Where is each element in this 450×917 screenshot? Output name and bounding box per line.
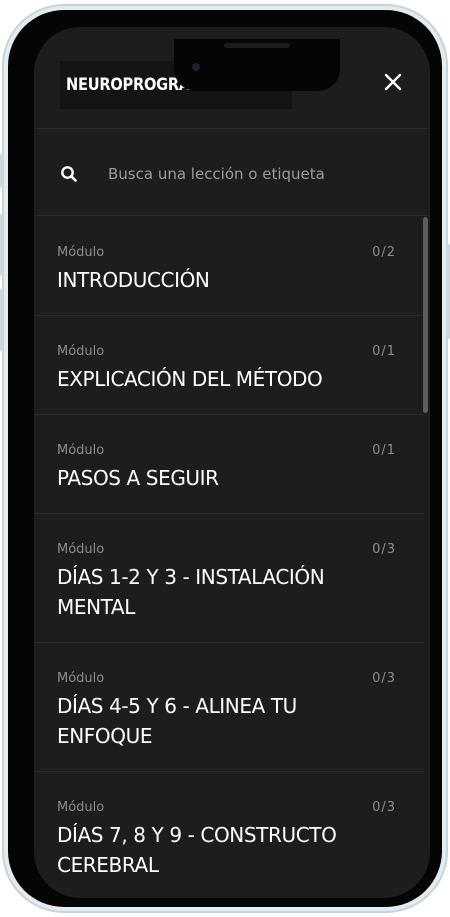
module-item[interactable]: Módulo 0/3 DÍAS 1-2 Y 3 - INSTALACIÓN ME… xyxy=(34,514,424,643)
module-progress: 0/1 xyxy=(372,344,396,359)
front-camera xyxy=(192,63,200,71)
module-progress: 0/3 xyxy=(372,542,396,557)
phone-frame: NEUROPROGRAMACIÓN ALFA Módu xyxy=(0,4,450,913)
module-item[interactable]: Módulo 0/2 INTRODUCCIÓN xyxy=(34,217,424,316)
module-progress: 0/3 xyxy=(372,671,396,686)
module-label: Módulo xyxy=(57,671,105,686)
module-title: EXPLICACIÓN DEL MÉTODO xyxy=(57,367,323,391)
module-label: Módulo xyxy=(57,443,105,458)
scrollbar[interactable] xyxy=(423,217,428,413)
close-button[interactable] xyxy=(378,67,408,97)
module-title: INTRODUCCIÓN xyxy=(57,268,210,292)
module-title: DÍAS 7, 8 Y 9 - CONSTRUCTO CEREBRAL xyxy=(57,823,337,877)
module-progress: 0/1 xyxy=(372,443,396,458)
module-label: Módulo xyxy=(57,245,105,260)
volume-up-button xyxy=(0,214,3,276)
module-list: Módulo 0/2 INTRODUCCIÓN Módulo 0/1 EXPLI… xyxy=(34,217,430,898)
module-title: DÍAS 4-5 Y 6 - ALINEA TU ENFOQUE xyxy=(57,694,297,748)
module-progress: 0/3 xyxy=(372,800,396,815)
phone-bezel: NEUROPROGRAMACIÓN ALFA Módu xyxy=(8,10,442,907)
module-title: PASOS A SEGUIR xyxy=(57,466,219,490)
module-item[interactable]: Módulo 0/1 EXPLICACIÓN DEL MÉTODO xyxy=(34,316,424,415)
module-item[interactable]: Módulo 0/3 DÍAS 7, 8 Y 9 - CONSTRUCTO CE… xyxy=(34,772,424,898)
speaker-grille xyxy=(224,43,290,48)
search-input[interactable] xyxy=(102,158,402,190)
module-label: Módulo xyxy=(57,344,105,359)
module-title: DÍAS 1-2 Y 3 - INSTALACIÓN MENTAL xyxy=(57,565,325,619)
search-bar xyxy=(34,130,430,216)
close-icon xyxy=(384,73,402,91)
search-icon xyxy=(61,166,77,182)
module-label: Módulo xyxy=(57,542,105,557)
module-item[interactable]: Módulo 0/3 DÍAS 4-5 Y 6 - ALINEA TU ENFO… xyxy=(34,643,424,772)
app-screen: NEUROPROGRAMACIÓN ALFA Módu xyxy=(34,27,430,898)
module-label: Módulo xyxy=(57,800,105,815)
module-progress: 0/2 xyxy=(372,245,396,260)
notch xyxy=(174,39,340,91)
mute-switch xyxy=(0,154,3,188)
module-item[interactable]: Módulo 0/1 PASOS A SEGUIR xyxy=(34,415,424,514)
volume-down-button xyxy=(0,289,3,351)
